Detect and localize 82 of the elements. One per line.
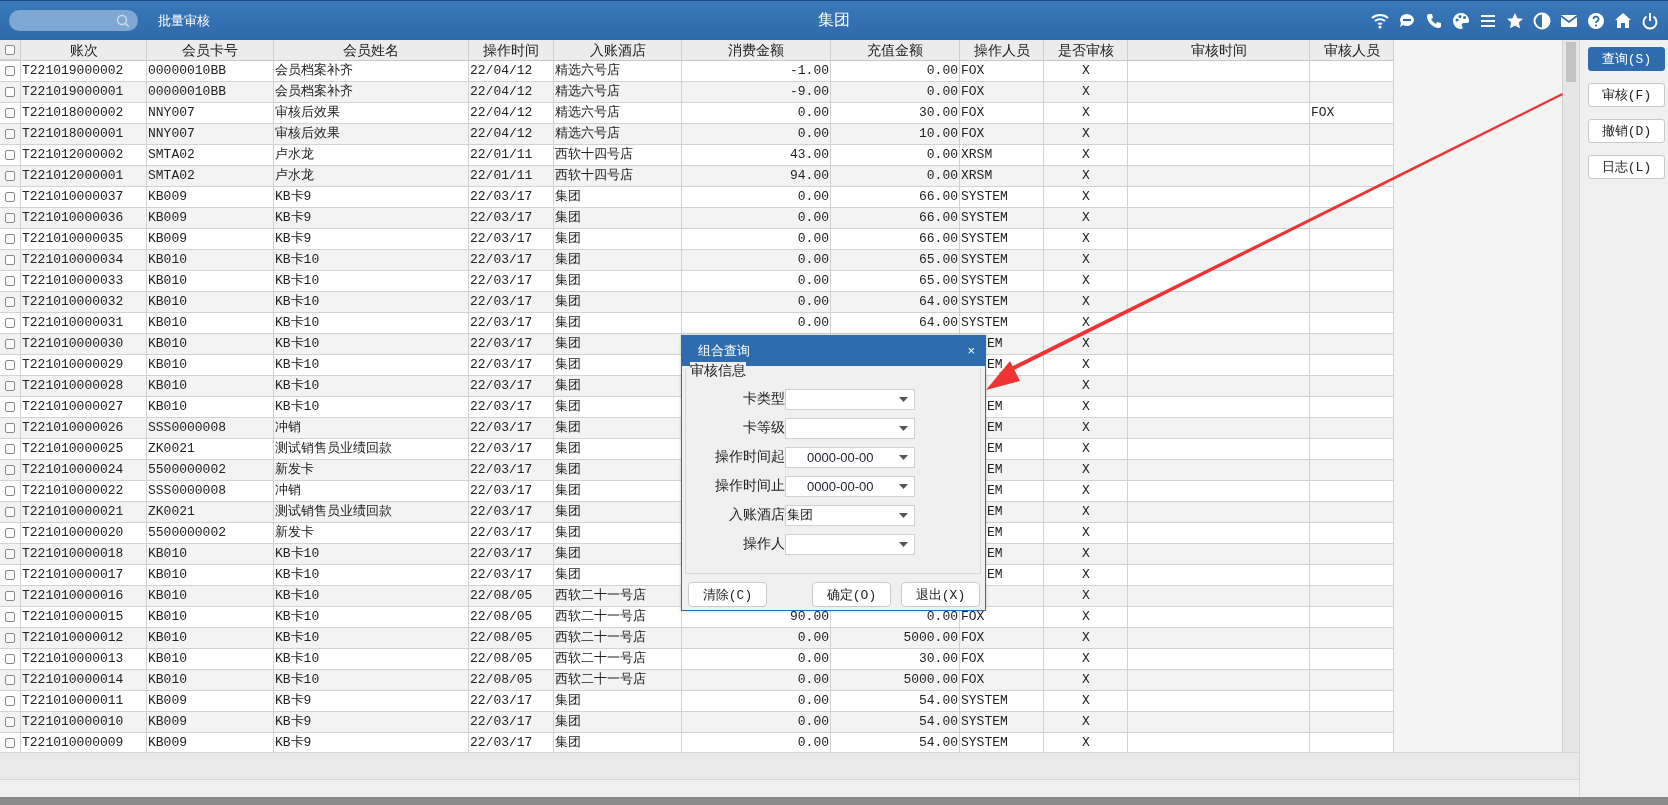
- row-checkbox[interactable]: [5, 129, 15, 139]
- column-header[interactable]: 账次: [21, 40, 147, 60]
- row-checkbox[interactable]: [5, 234, 15, 244]
- row-checkbox[interactable]: [5, 150, 15, 160]
- row-checkbox[interactable]: [5, 402, 15, 412]
- column-header[interactable]: 是否审核: [1044, 40, 1128, 60]
- caret-icon: [899, 541, 908, 547]
- row-checkbox[interactable]: [5, 465, 15, 475]
- scrollbar-track[interactable]: [0, 752, 1579, 779]
- column-header[interactable]: 消费金额: [682, 40, 831, 60]
- row-checkbox[interactable]: [5, 696, 15, 706]
- section-title: 批量审核: [158, 11, 210, 30]
- scrollbar-track[interactable]: [1562, 40, 1579, 752]
- toolbar-button[interactable]: 审核(F): [1588, 83, 1665, 107]
- field-label: 操作时间止: [714, 477, 785, 495]
- caret-icon: [899, 425, 908, 431]
- row-checkbox[interactable]: [5, 192, 15, 202]
- palette-icon[interactable]: [1451, 10, 1471, 31]
- row-checkbox[interactable]: [5, 528, 15, 538]
- field-label: 操作人: [742, 535, 785, 553]
- scrollbar-thumb[interactable]: [1566, 42, 1576, 82]
- column-header[interactable]: 会员姓名: [274, 40, 469, 60]
- row-checkbox[interactable]: [5, 717, 15, 727]
- row-checkbox[interactable]: [5, 549, 15, 559]
- row-checkbox[interactable]: [5, 633, 15, 643]
- row-checkbox[interactable]: [5, 507, 15, 517]
- column-header[interactable]: 审核人员: [1310, 40, 1394, 60]
- dialog-button[interactable]: 确定(O): [812, 582, 891, 607]
- row-checkbox[interactable]: [5, 738, 15, 748]
- column-header[interactable]: 操作时间: [469, 40, 554, 60]
- dropdown-field[interactable]: 0000-00-00: [785, 475, 915, 497]
- field-label: 入账酒店: [728, 506, 785, 524]
- dialog-title: 组合查询: [698, 342, 750, 360]
- row-checkbox[interactable]: [5, 255, 15, 265]
- column-header[interactable]: 操作人员: [960, 40, 1044, 60]
- dropdown-field[interactable]: 0000-00-00: [785, 446, 915, 468]
- dialog-button[interactable]: 清除(C): [688, 582, 767, 607]
- dropdown-field[interactable]: [785, 533, 915, 555]
- dropdown-field[interactable]: 集团: [785, 504, 915, 526]
- column-header[interactable]: 入账酒店: [554, 40, 682, 60]
- row-checkbox[interactable]: [5, 318, 15, 328]
- toolbar-button[interactable]: 撤销(D): [1588, 119, 1665, 143]
- row-checkbox[interactable]: [5, 423, 15, 433]
- row-checkbox[interactable]: [5, 654, 15, 664]
- dropdown-field[interactable]: [785, 417, 915, 439]
- field-label: 卡类型: [742, 390, 785, 408]
- window-title: 集团: [818, 10, 850, 30]
- row-checkbox[interactable]: [5, 612, 15, 622]
- row-checkbox[interactable]: [5, 108, 15, 118]
- row-checkbox[interactable]: [5, 171, 15, 181]
- field-label: 操作时间起: [714, 448, 785, 466]
- toolbar-button[interactable]: 日志(L): [1588, 155, 1665, 179]
- row-checkbox[interactable]: [5, 276, 15, 286]
- select-all-checkbox[interactable]: [5, 44, 15, 55]
- row-checkbox[interactable]: [5, 360, 15, 370]
- row-checkbox[interactable]: [5, 66, 15, 76]
- row-checkbox[interactable]: [5, 213, 15, 223]
- column-header[interactable]: 充值金额: [831, 40, 960, 60]
- search-field[interactable]: [9, 10, 138, 31]
- dropdown-field[interactable]: [785, 388, 915, 410]
- row-checkbox[interactable]: [5, 486, 15, 496]
- row-checkbox[interactable]: [5, 339, 15, 349]
- half-circle-icon[interactable]: [1532, 10, 1552, 31]
- search-icon: [116, 13, 130, 28]
- caret-icon: [899, 483, 908, 489]
- field-label: 卡等级: [742, 419, 785, 437]
- caret-icon: [899, 512, 908, 518]
- toolbar-button[interactable]: 查询(S): [1588, 47, 1665, 71]
- column-header[interactable]: 会员卡号: [147, 40, 274, 60]
- home-icon[interactable]: [1613, 10, 1633, 31]
- dialog-button[interactable]: 退出(X): [901, 582, 980, 607]
- row-checkbox[interactable]: [5, 570, 15, 580]
- row-checkbox[interactable]: [5, 591, 15, 601]
- row-checkbox[interactable]: [5, 675, 15, 685]
- row-checkbox[interactable]: [5, 297, 15, 307]
- row-checkbox[interactable]: [5, 381, 15, 391]
- group-title: 审核信息: [690, 362, 746, 380]
- column-header[interactable]: 审核时间: [1128, 40, 1310, 60]
- row-checkbox[interactable]: [5, 87, 15, 97]
- help-icon[interactable]: [1586, 10, 1606, 31]
- power-icon[interactable]: [1640, 10, 1660, 31]
- row-checkbox[interactable]: [5, 444, 15, 454]
